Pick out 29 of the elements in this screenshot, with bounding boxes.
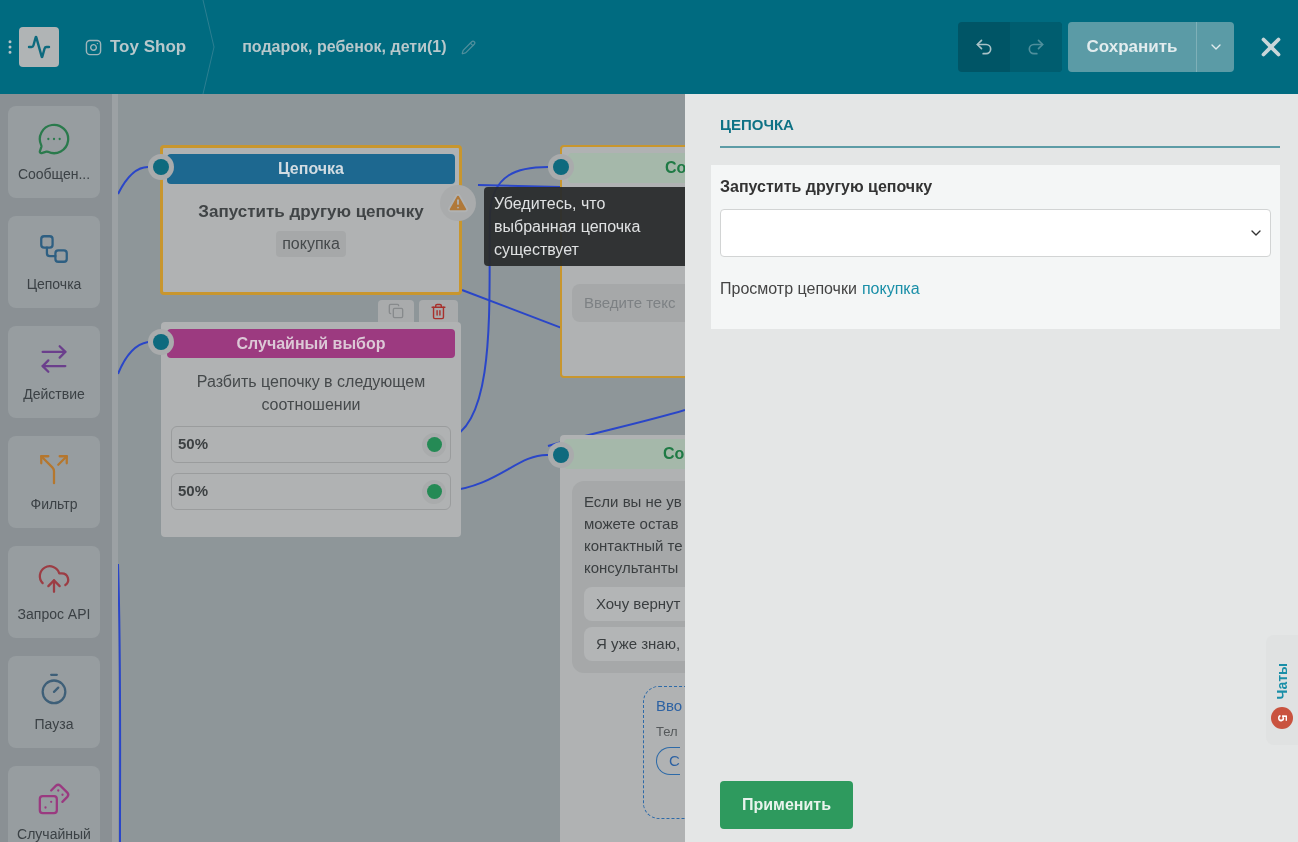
- palette-label: Сообщен...: [17, 165, 91, 184]
- input-block-title: Вво: [656, 696, 684, 716]
- field-label: Запустить другую цепочку: [720, 176, 934, 197]
- tooltip: Убедитесь, что выбранная цепочка существует: [484, 187, 685, 266]
- node-title: Случайный выбор: [167, 329, 455, 358]
- node-title: Со: [564, 439, 685, 469]
- message-text: Если вы не ув: [584, 492, 683, 512]
- palette-label: Фильтр: [30, 495, 78, 514]
- palette-label: Цепочка: [26, 275, 82, 294]
- panel-title: ЦЕПОЧКА: [720, 115, 795, 135]
- chats-label: Чаты: [1272, 662, 1291, 699]
- node-title: Цепочка: [167, 154, 455, 184]
- message-text: консультанты: [584, 558, 680, 578]
- chats-badge: 5: [1271, 707, 1293, 729]
- input-block-label: Тел: [656, 722, 679, 741]
- node-title: Со: [568, 153, 685, 183]
- view-chain-label: Просмотр цепочки: [720, 278, 857, 299]
- node-description: Разбить цепочку в следующем соотношении: [195, 372, 427, 415]
- palette-label: Запрос API: [17, 605, 91, 624]
- palette-label: Случайный: [17, 825, 91, 842]
- palette-label: Действие: [23, 385, 85, 404]
- flow-title: подарок, ребенок, дети(1): [242, 37, 447, 57]
- branch-label: 50%: [178, 434, 209, 455]
- message-text: контактный те: [584, 536, 684, 556]
- message-text: можете остав: [584, 514, 680, 534]
- palette-label: Пауза: [34, 715, 74, 734]
- chain-tag: покупка: [276, 230, 346, 257]
- branch-label: 50%: [178, 481, 209, 502]
- node-subtitle: Запустить другую цепочку: [198, 201, 424, 223]
